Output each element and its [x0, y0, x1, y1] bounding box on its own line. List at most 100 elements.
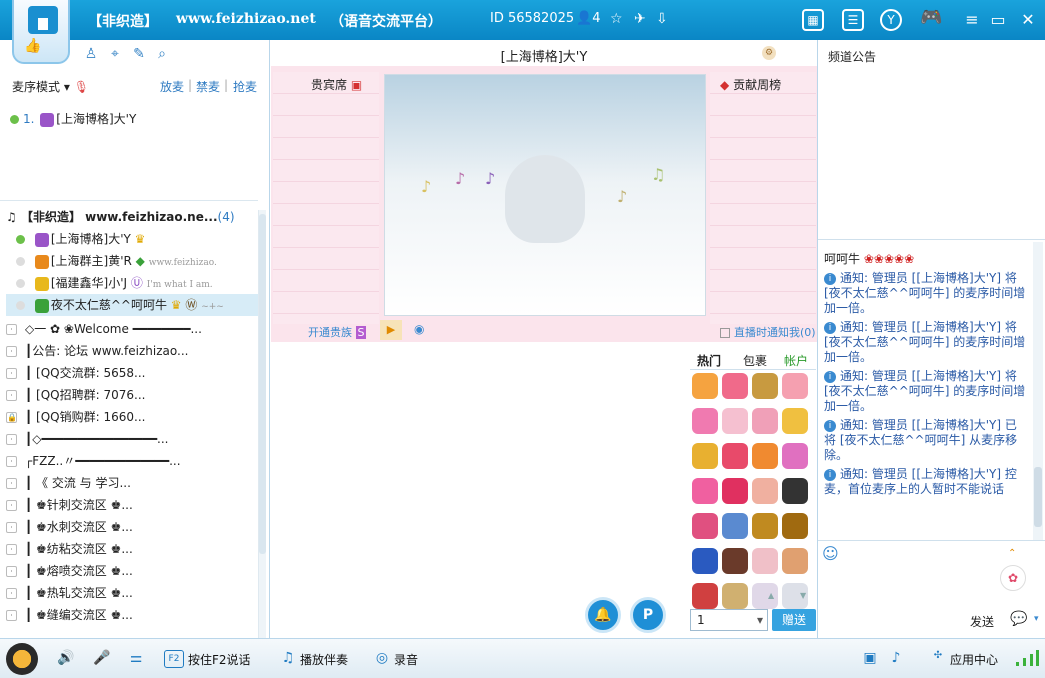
channel-row[interactable]: · ┃ ♚纺粘交流区 ♚... — [6, 538, 258, 560]
gift-icon[interactable] — [722, 548, 748, 574]
send-gift-button[interactable]: 赠送 — [772, 609, 816, 631]
calendar-icon[interactable]: ▦ — [802, 9, 824, 31]
scroll-down-icon[interactable]: ▼ — [800, 591, 806, 600]
notify-checkbox[interactable]: 直播时通知我(0) — [720, 324, 816, 340]
gift-icon[interactable] — [752, 408, 778, 434]
record-button[interactable]: 录音 — [394, 651, 418, 668]
gift-icon[interactable] — [782, 478, 808, 504]
gift-quantity-select[interactable]: 1 ▾ — [690, 609, 768, 631]
tab-account[interactable]: 帐户 — [784, 352, 808, 369]
channel-row[interactable]: · ┃ ♚水刺交流区 ♚... — [6, 516, 258, 538]
gift-icon[interactable] — [782, 513, 808, 539]
gift-icon[interactable] — [692, 373, 718, 399]
chevron-up-icon[interactable]: ⌃ — [1008, 548, 1016, 559]
push-to-talk-button[interactable]: 按住F2说话 — [188, 651, 251, 668]
scroll-up-icon[interactable]: ▲ — [768, 591, 774, 600]
gift-icon[interactable] — [752, 478, 778, 504]
gift-icon[interactable] — [782, 373, 808, 399]
gift-icon[interactable] — [722, 373, 748, 399]
gift-icon[interactable] — [722, 583, 748, 609]
gift-icon[interactable] — [722, 513, 748, 539]
points-button[interactable]: P — [630, 597, 666, 633]
channel-row[interactable]: · ┃ ♚针刺交流区 ♚... — [6, 494, 258, 516]
edit-list-icon[interactable]: ✎ — [130, 46, 148, 64]
ban-mic-button[interactable]: 禁麦 — [196, 78, 220, 95]
open-noble-button[interactable]: 开通贵族 S — [308, 324, 367, 340]
gamepad-icon[interactable]: 🎮 — [920, 9, 942, 31]
tv-icon[interactable]: ▣ — [860, 650, 880, 668]
gift-icon[interactable] — [692, 513, 718, 539]
user-row[interactable]: [上海群主]黄'R ◆ www.feizhizao. — [6, 250, 258, 272]
grab-mic-button[interactable]: 抢麦 — [233, 78, 257, 95]
send-button[interactable]: 发送 — [970, 613, 994, 630]
chat-scrollbar[interactable] — [1033, 242, 1043, 540]
user-row[interactable]: [福建鑫华]小'J Ⓤ I'm what I am. — [6, 272, 258, 294]
gift-icon[interactable] — [722, 408, 748, 434]
bell-icon[interactable]: 🔔 — [585, 597, 621, 633]
plane-icon[interactable]: ✈ — [634, 11, 646, 27]
user-row-selected[interactable]: 夜不太仁慈^^呵呵牛 ♛ Ⓦ ~+~ — [6, 294, 258, 316]
y-icon[interactable]: Y — [880, 9, 902, 31]
gift-icon[interactable] — [782, 408, 808, 434]
gift-icon[interactable] — [752, 513, 778, 539]
camera-icon[interactable]: ◉ — [414, 322, 424, 336]
music-icon[interactable]: ♪ — [886, 650, 906, 668]
channel-row[interactable]: · ┌FZZ..〃━━━━━━━━━━━━━... — [6, 450, 258, 472]
download-icon[interactable]: ⇩ — [656, 11, 668, 27]
emoji-icon[interactable]: ☺ — [822, 544, 839, 563]
avatar[interactable] — [6, 643, 38, 675]
channel-row[interactable]: · ◇一 ✿ ❀Welcome ━━━━━━━━... — [6, 318, 258, 340]
star-icon[interactable]: ☆ — [610, 11, 623, 27]
gift-icon[interactable] — [782, 548, 808, 574]
channel-row[interactable]: · ┃ [QQ招聘群: 7076... — [6, 384, 258, 406]
tv-icon[interactable]: ▶ — [380, 320, 402, 340]
app-center-button[interactable]: 应用中心 — [950, 651, 998, 668]
gift-icon[interactable] — [752, 548, 778, 574]
speaker-icon[interactable]: 🔊 — [56, 650, 76, 668]
search-icon[interactable]: ⌕ — [153, 46, 171, 64]
channel-row[interactable]: · ┃ ♚热轧交流区 ♚... — [6, 582, 258, 604]
home-logo[interactable]: 👍 — [12, 0, 70, 64]
gift-icon[interactable] — [782, 443, 808, 469]
mic-queue-item[interactable]: 1. [上海博格]大'Y — [10, 110, 136, 127]
channel-row[interactable]: · ┃ 《 交流 与 学习... — [6, 472, 258, 494]
gift-icon[interactable] — [692, 548, 718, 574]
tab-hot[interactable]: 热门 — [697, 352, 721, 369]
release-mic-button[interactable]: 放麦 — [160, 78, 184, 95]
channel-row[interactable]: · ┃ ♚熔喷交流区 ♚... — [6, 560, 258, 582]
chevron-down-icon[interactable]: ▾ — [1034, 614, 1039, 624]
mic-mode-select[interactable]: 麦序模式 ▾ 🎙 — [12, 78, 89, 95]
scroll-thumb[interactable] — [1034, 467, 1042, 527]
channel-row[interactable]: · ┃公告: 论坛 www.feizhizao... — [6, 340, 258, 362]
equalizer-icon[interactable]: ⚌ — [126, 650, 146, 668]
gift-icon[interactable] — [692, 443, 718, 469]
channel-row[interactable]: · ┃◇━━━━━━━━━━━━━━━━... — [6, 428, 258, 450]
gift-icon[interactable] — [722, 478, 748, 504]
settings-icon[interactable]: ⚙ — [762, 46, 776, 60]
gift-icon[interactable] — [752, 373, 778, 399]
video-area[interactable]: ♪ ♪ ♪ ♪ ♫ — [384, 74, 706, 316]
list-icon[interactable]: ☰ — [842, 9, 864, 31]
menu-icon[interactable]: ≡ — [962, 10, 982, 29]
tab-package[interactable]: 包裹 — [743, 352, 767, 369]
gift-icon[interactable] — [692, 583, 718, 609]
gift-icon[interactable] — [752, 443, 778, 469]
channel-row[interactable]: · ┃ ♚缝编交流区 ♚... — [6, 604, 258, 626]
microphone-icon[interactable]: 🎤 — [92, 650, 112, 668]
gift-icon[interactable] — [692, 408, 718, 434]
location-icon[interactable]: ⌖ — [106, 46, 124, 64]
left-scrollbar[interactable] — [258, 210, 266, 638]
channel-row[interactable]: 🔒 ┃ [QQ销购群: 1660... — [6, 406, 258, 428]
close-button[interactable]: ✕ — [1018, 10, 1038, 29]
gift-icon[interactable] — [722, 443, 748, 469]
minimize-button[interactable]: ▭ — [988, 10, 1008, 29]
chat-bubble-icon[interactable]: 💬 — [1010, 611, 1027, 627]
flower-icon[interactable]: ✿ — [1000, 565, 1026, 591]
channel-row[interactable]: · ┃ [QQ交流群: 5658... — [6, 362, 258, 384]
play-accompaniment-button[interactable]: 播放伴奏 — [300, 651, 348, 668]
gift-icon[interactable] — [692, 478, 718, 504]
user-row[interactable]: [上海博格]大'Y ♛ — [6, 228, 258, 250]
channel-root[interactable]: ♫ 【非织造】 www.feizhizao.ne...(4) — [6, 206, 258, 228]
scroll-thumb[interactable] — [259, 214, 266, 554]
users-icon[interactable]: ♙ — [82, 46, 100, 64]
